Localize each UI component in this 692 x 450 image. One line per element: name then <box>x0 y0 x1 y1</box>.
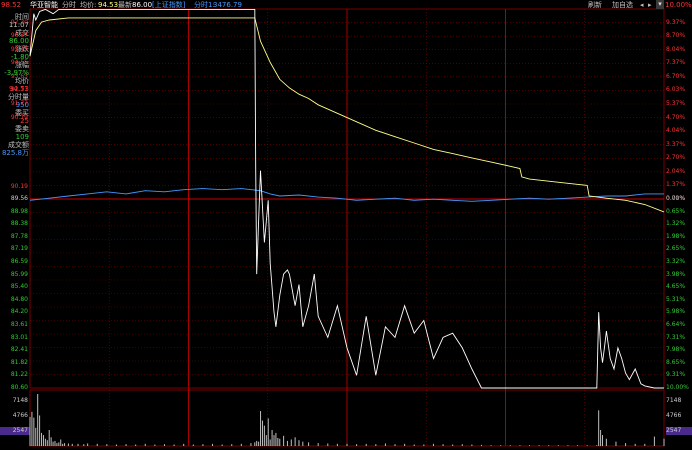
pct-zero-label: 0.00% <box>666 195 686 202</box>
pct-tick-label: 6.70% <box>666 72 686 80</box>
price-tick-label: 87.19 <box>10 245 28 253</box>
price-tick-label: 85.99 <box>10 270 28 278</box>
last-price-value: 86.00 <box>132 1 153 9</box>
pct-tick-label: 6.64% <box>666 321 686 328</box>
volume-tick-label: 4766 <box>666 412 682 419</box>
price-tick-label: 91.77 <box>10 100 28 107</box>
pct-tick-label: 1.37% <box>666 181 686 189</box>
index-bracket[interactable]: [上证指数] <box>152 0 185 11</box>
price-tick-label: 80.60 <box>10 384 28 391</box>
amount-value: 825.8万 <box>1 149 29 157</box>
chart-grid <box>0 8 692 447</box>
price-tick-label: 86.59 <box>10 258 28 265</box>
price-tick-label: 90.79 <box>10 113 28 121</box>
last-price-label: 最新 <box>118 1 132 9</box>
prev-close-label: 89.56 <box>10 195 28 202</box>
pct-tick-label: 9.31% <box>666 371 686 379</box>
pct-tick-label: 2.04% <box>666 167 686 175</box>
chart-mode[interactable]: 分时 <box>62 0 76 11</box>
prev-stock-icon[interactable]: ◂ <box>640 1 644 10</box>
pct-tick-label: 4.04% <box>666 127 686 135</box>
pct-tick-label: 1.98% <box>666 232 686 240</box>
price-tick-label: 83.61 <box>10 321 28 328</box>
volume-tick-label: 7148 <box>666 397 682 404</box>
top-left-price: 98.52 <box>1 1 22 9</box>
pct-tick-label: 2.70% <box>666 154 686 162</box>
pct-tick-label: 8.65% <box>666 358 686 366</box>
price-tick-label: 85.40 <box>10 283 28 291</box>
ask-value: 109 <box>15 133 29 141</box>
index-value: 3476.79 <box>213 1 242 9</box>
avg-price-value: 94.53 <box>98 1 119 9</box>
price-tick-label: 84.80 <box>10 295 28 303</box>
menu-dropdown-icon[interactable]: ▾ <box>656 0 664 9</box>
price-tick-label: 92.71 <box>10 86 28 94</box>
price-tick-label: 81.22 <box>10 371 28 379</box>
volume-tick-label: 2547 <box>12 427 28 434</box>
price-tick-label: 94.55 <box>10 59 28 67</box>
next-stock-icon[interactable]: ▸ <box>648 1 652 10</box>
index-label: 分时1: <box>194 1 215 9</box>
price-tick-label: 84.20 <box>10 308 28 316</box>
price-tick-label: 87.78 <box>10 232 28 240</box>
pct-tick-label: 3.37% <box>666 140 686 148</box>
price-tick-label: 96.37 <box>10 32 28 40</box>
refresh-button[interactable]: 刷新 <box>588 1 602 10</box>
price-tick-label: 90.19 <box>10 182 28 190</box>
pct-tick-label: 6.03% <box>666 86 686 94</box>
top-right-pct: 10.00% <box>665 1 692 9</box>
ask-label: 委卖 <box>15 125 29 133</box>
price-tick-label: 88.38 <box>10 220 28 228</box>
amount-label: 成交额 <box>8 141 29 149</box>
pct-tick-label: 8.04% <box>666 45 686 53</box>
volume-tick-label: 2547 <box>666 427 682 434</box>
pct-tick-label: 1.32% <box>666 220 686 228</box>
pct-tick-label: 10.00% <box>666 384 689 391</box>
volume-tick-label: 4766 <box>12 412 28 419</box>
price-tick-label: 81.82 <box>10 358 28 366</box>
stock-name[interactable]: 华亚智能 <box>30 0 58 11</box>
pct-tick-label: 7.98% <box>666 346 686 354</box>
intraday-chart[interactable] <box>0 0 692 450</box>
pct-tick-label: 5.37% <box>666 100 686 107</box>
price-tick-label: 95.47 <box>10 45 28 53</box>
pct-tick-label: 7.37% <box>666 59 686 67</box>
pct-tick-label: 4.70% <box>666 113 686 121</box>
pct-tick-label: 7.31% <box>666 333 686 341</box>
pct-tick-label: 0.65% <box>666 207 686 215</box>
price-tick-label: 97.30 <box>10 18 28 26</box>
price-tick-label: 93.63 <box>10 72 28 80</box>
price-tick-label: 88.98 <box>10 207 28 215</box>
pct-tick-label: 8.70% <box>666 32 686 40</box>
pct-tick-label: 3.98% <box>666 270 686 278</box>
pct-tick-label: 4.65% <box>666 283 686 291</box>
price-tick-label: 82.41 <box>10 346 28 354</box>
pct-tick-label: 3.32% <box>666 258 686 265</box>
pct-tick-label: 5.98% <box>666 308 686 316</box>
volume-tick-label: 7148 <box>12 397 28 404</box>
add-watchlist-button[interactable]: 加自选 <box>612 1 633 10</box>
pct-tick-label: 5.31% <box>666 295 686 303</box>
pct-tick-label: 2.65% <box>666 245 686 253</box>
price-tick-label: 83.01 <box>10 333 28 341</box>
avg-price-label: 均价: <box>80 1 97 9</box>
pct-tick-label: 9.37% <box>666 18 686 26</box>
